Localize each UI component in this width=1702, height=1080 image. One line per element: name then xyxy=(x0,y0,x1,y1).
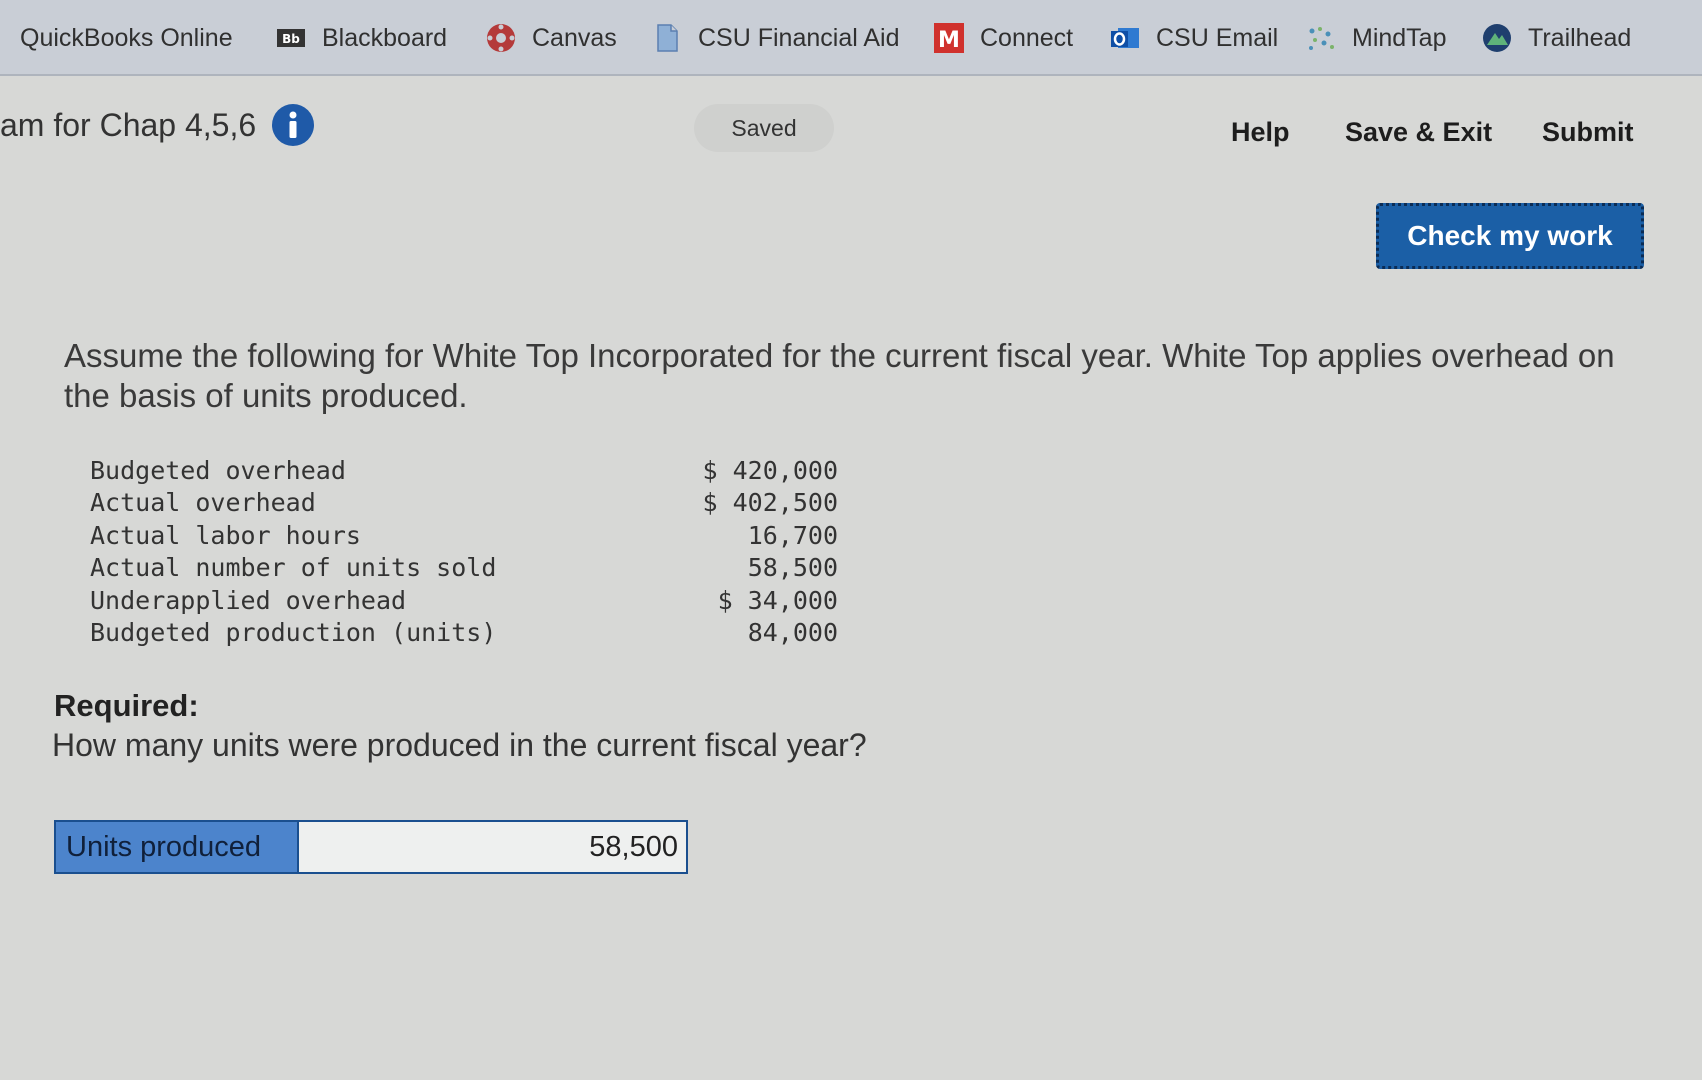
question-text: Assume the following for White Top Incor… xyxy=(64,337,1615,414)
bookmark-canvas[interactable]: Canvas xyxy=(486,18,617,58)
saved-status-badge: Saved xyxy=(694,104,834,152)
answer-row: Units produced xyxy=(54,820,688,874)
document-icon xyxy=(652,23,682,53)
outlook-icon xyxy=(1110,23,1140,53)
table-row: Actual number of units sold 58,500 xyxy=(90,552,838,585)
bookmark-blackboard[interactable]: Bb Blackboard xyxy=(276,18,447,58)
canvas-icon xyxy=(486,23,516,53)
bookmark-label: Blackboard xyxy=(322,23,448,52)
info-icon[interactable] xyxy=(272,104,315,146)
bookmark-mindtap[interactable]: MindTap xyxy=(1306,18,1447,58)
answer-label: Units produced xyxy=(56,822,297,872)
bookmark-label: QuickBooks Online xyxy=(20,23,233,52)
svg-text:Bb: Bb xyxy=(282,32,300,46)
required-heading: Required: xyxy=(54,688,199,723)
given-data-table: Budgeted overhead $ 420,000 Actual overh… xyxy=(90,454,838,649)
assignment-title: am for Chap 4,5,6 xyxy=(0,104,315,146)
row-label: Budgeted production (units) xyxy=(90,618,497,648)
bookmark-label: Canvas xyxy=(532,23,617,52)
units-produced-input[interactable] xyxy=(297,822,686,872)
save-exit-button[interactable]: Save & Exit xyxy=(1345,117,1492,148)
row-label: Actual labor hours xyxy=(90,520,361,550)
bookmark-trailhead[interactable]: Trailhead xyxy=(1482,18,1631,58)
table-row: Underapplied overhead $ 34,000 xyxy=(90,584,838,617)
assignment-title-text: am for Chap 4,5,6 xyxy=(0,106,257,143)
bookmark-label: MindTap xyxy=(1352,23,1447,52)
bookmark-csu-financial-aid[interactable]: CSU Financial Aid xyxy=(652,18,899,58)
help-button[interactable]: Help xyxy=(1231,117,1290,148)
submit-button[interactable]: Submit xyxy=(1542,117,1634,148)
row-value: 84,000 xyxy=(747,618,838,648)
row-value: 16,700 xyxy=(747,520,838,550)
row-label: Budgeted overhead xyxy=(90,455,346,485)
table-row: Budgeted production (units) 84,000 xyxy=(90,617,838,650)
bookmark-label: CSU Financial Aid xyxy=(698,23,900,52)
trailhead-icon xyxy=(1482,23,1512,53)
bookmark-quickbooks[interactable]: QuickBooks Online xyxy=(20,18,233,58)
check-my-work-button[interactable]: Check my work xyxy=(1376,203,1644,269)
row-label: Actual number of units sold xyxy=(90,553,497,583)
bookmarks-bar: QuickBooks Online Bb Blackboard Canvas C… xyxy=(0,0,1702,76)
row-label: Actual overhead xyxy=(90,488,316,518)
table-row: Actual labor hours 16,700 xyxy=(90,519,838,552)
bookmark-csu-email[interactable]: CSU Email xyxy=(1110,18,1278,58)
row-value: 58,500 xyxy=(747,553,838,583)
blackboard-icon: Bb xyxy=(276,23,306,53)
bookmark-label: Trailhead xyxy=(1528,23,1632,52)
row-value: $ 402,500 xyxy=(702,488,838,518)
row-value: $ 34,000 xyxy=(717,585,838,615)
svg-text:M: M xyxy=(938,28,960,53)
bookmark-label: CSU Email xyxy=(1156,23,1279,52)
table-row: Actual overhead $ 402,500 xyxy=(90,487,838,520)
bookmark-connect[interactable]: M Connect xyxy=(934,18,1073,58)
row-label: Underapplied overhead xyxy=(90,585,407,615)
mindtap-icon xyxy=(1306,23,1336,53)
row-value: $ 420,000 xyxy=(702,455,838,485)
table-row: Budgeted overhead $ 420,000 xyxy=(90,454,838,487)
mcgraw-hill-icon: M xyxy=(934,23,964,53)
required-question: How many units were produced in the curr… xyxy=(52,727,867,763)
bookmark-label: Connect xyxy=(980,23,1074,52)
